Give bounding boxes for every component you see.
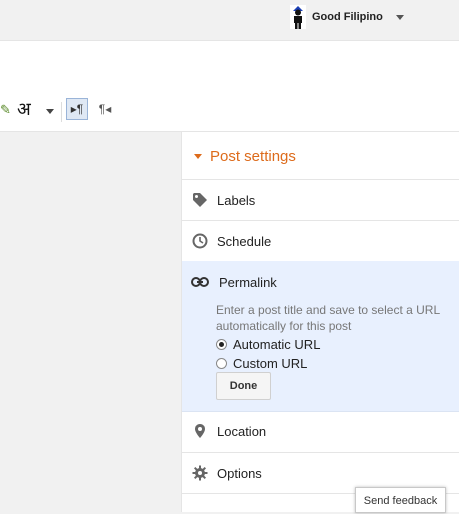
left-to-right-button[interactable]: ▸¶ (66, 98, 88, 120)
settings-item-label: Labels (217, 193, 256, 208)
settings-item-permalink[interactable]: Permalink Enter a post title and save to… (182, 261, 459, 412)
settings-item-label: Schedule (217, 234, 272, 249)
settings-item-schedule[interactable]: Schedule (182, 221, 459, 262)
settings-item-label: Permalink (219, 275, 277, 290)
radio-label: Custom URL (233, 355, 308, 371)
send-feedback-button[interactable]: Send feedback (355, 487, 446, 513)
post-settings-header[interactable]: Post settings (182, 132, 459, 180)
right-to-left-button[interactable]: ¶◂ (96, 98, 114, 120)
done-button[interactable]: Done (216, 372, 271, 400)
pencil-icon[interactable]: ✎ (0, 102, 11, 118)
location-pin-icon (195, 424, 205, 438)
post-settings-title: Post settings (210, 148, 296, 165)
post-title-bar (0, 40, 459, 92)
permalink-description: Enter a post title and save to select a … (216, 303, 440, 333)
avatar (290, 5, 306, 29)
account-switcher[interactable]: Good Filipino (290, 4, 404, 30)
custom-url-radio[interactable] (216, 357, 227, 369)
chevron-down-icon (395, 14, 404, 20)
toolbar-divider (61, 102, 62, 122)
tag-icon (193, 193, 207, 207)
settings-item-label: Options (217, 466, 262, 481)
chevron-down-icon[interactable] (46, 109, 54, 114)
custom-url-option[interactable]: Custom URL (216, 354, 307, 372)
post-settings-panel: Post settings Labels Schedule Permalink … (181, 132, 459, 512)
settings-item-label: Location (217, 424, 267, 439)
settings-item-labels[interactable]: Labels (182, 180, 459, 221)
clock-icon (192, 233, 208, 249)
settings-item-location[interactable]: Location (182, 411, 459, 453)
radio-label: Automatic URL (233, 336, 321, 352)
triangle-down-icon (194, 154, 202, 159)
editor-toolbar: ✎ अ ▸¶ ¶◂ (0, 91, 459, 132)
top-bar: Good Filipino (0, 0, 459, 40)
automatic-url-option[interactable]: Automatic URL (216, 335, 320, 353)
gear-icon (192, 465, 208, 481)
automatic-url-radio[interactable] (216, 338, 227, 350)
input-language-button[interactable]: अ (17, 97, 31, 121)
link-icon (191, 277, 209, 287)
user-name: Good Filipino (312, 11, 383, 23)
